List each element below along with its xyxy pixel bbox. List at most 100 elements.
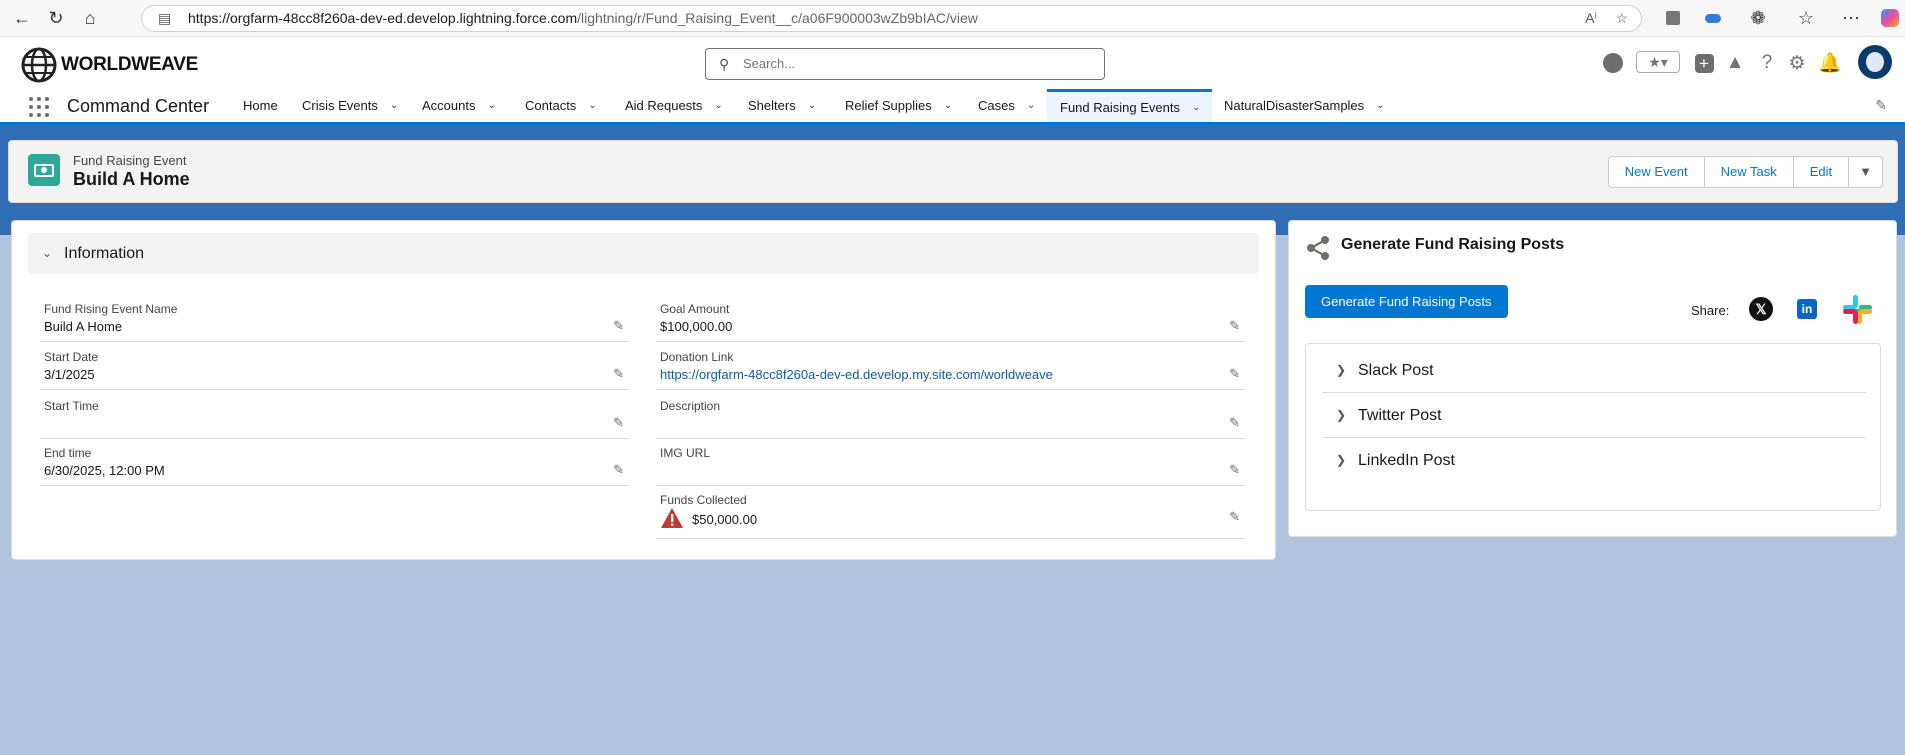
extension-cloud-icon[interactable] [1700, 5, 1726, 31]
new-event-button[interactable]: New Event [1608, 157, 1705, 187]
money-icon [28, 154, 60, 186]
record-header: Fund Raising Event Build A Home New Even… [8, 140, 1898, 203]
edit-pencil-icon[interactable]: ✎ [613, 462, 624, 478]
site-info-icon[interactable]: ▤ [158, 6, 171, 31]
brand-logo[interactable]: WORLDWEAVE [20, 46, 198, 84]
x-icon[interactable]: 𝕏 [1749, 297, 1773, 321]
record-details-card: ⌄ Information Fund Rising Event Name Bui… [11, 220, 1276, 560]
tab-label: Fund Raising Events [1060, 99, 1180, 115]
information-section-header[interactable]: ⌄ Information [28, 233, 1259, 274]
chevron-down-icon[interactable]: ⌄ [588, 100, 596, 111]
settings-gear-icon[interactable]: ⚙ [1785, 51, 1809, 75]
donation-link[interactable]: https://orgfarm-48cc8f260a-dev-ed.develo… [660, 367, 1053, 382]
field-img-url: IMG URL ✎ [656, 440, 1246, 486]
section-title: Information [64, 245, 145, 262]
edit-pencil-icon[interactable]: ✎ [1229, 318, 1240, 334]
share-label: Share: [1691, 303, 1730, 318]
back-icon[interactable]: ← [9, 5, 35, 31]
field-goal-amount: Goal Amount $100,000.00 ✎ [656, 296, 1246, 342]
tab-natural-disaster-samples[interactable]: NaturalDisasterSamples ⌄ [1224, 89, 1385, 122]
tab-label: Cases [978, 98, 1015, 113]
edit-pencil-icon[interactable]: ✎ [613, 366, 624, 382]
edit-pencil-icon[interactable]: ✎ [613, 415, 624, 431]
edit-pencil-icon[interactable]: ✎ [1229, 509, 1240, 525]
tab-fund-raising-events[interactable]: Fund Raising Events ⌄ [1047, 89, 1213, 122]
favorites-star-icon[interactable]: ★▾ [1636, 51, 1680, 73]
tab-label: Accounts [422, 98, 476, 113]
extensions-puzzle-icon[interactable]: ❁ [1745, 5, 1771, 31]
copilot-icon[interactable] [1877, 5, 1903, 31]
notifications-bell-icon[interactable]: 🔔 [1818, 51, 1842, 75]
browser-toolbar: ← ↻ ⌂ ▤ https://orgfarm-48cc8f260a-dev-e… [0, 0, 1905, 37]
trailhead-icon[interactable]: ▲ [1723, 51, 1747, 75]
edit-nav-pencil-icon[interactable]: ✎ [1875, 97, 1887, 114]
tab-label: NaturalDisasterSamples [1224, 98, 1365, 113]
tab-shelters[interactable]: Shelters ⌄ [748, 89, 816, 122]
chevron-right-icon: ❯ [1336, 453, 1347, 467]
chevron-down-icon[interactable]: ⌄ [487, 100, 495, 111]
warning-icon [661, 508, 683, 528]
chevron-down-icon[interactable]: ⌄ [390, 100, 398, 111]
new-task-button[interactable]: New Task [1704, 157, 1794, 187]
home-icon[interactable]: ⌂ [77, 5, 103, 31]
record-title: Build A Home [73, 169, 190, 189]
edit-pencil-icon[interactable]: ✎ [613, 318, 624, 334]
field-label: Start Time [44, 399, 99, 413]
accordion-label: LinkedIn Post [1358, 452, 1455, 469]
accordion-twitter-post[interactable]: ❯ Twitter Post [1322, 393, 1866, 438]
field-label: End time [44, 446, 92, 460]
chevron-down-icon[interactable]: ⌄ [1027, 100, 1035, 111]
read-aloud-icon[interactable]: Aⁱ [1585, 6, 1597, 31]
global-actions-add-icon[interactable]: + [1692, 51, 1716, 75]
chevron-down-icon[interactable]: ⌄ [808, 100, 816, 111]
einstein-icon[interactable] [1601, 51, 1625, 75]
linkedin-icon[interactable]: in [1797, 299, 1817, 319]
field-start-date: Start Date 3/1/2025 ✎ [40, 344, 630, 390]
field-label: Fund Rising Event Name [44, 302, 178, 316]
tab-cases[interactable]: Cases ⌄ [978, 89, 1035, 122]
generate-posts-card: Generate Fund Raising Posts Generate Fun… [1288, 220, 1897, 537]
tab-label: Crisis Events [302, 98, 378, 113]
generate-posts-button[interactable]: Generate Fund Raising Posts [1305, 285, 1508, 318]
slack-icon[interactable] [1841, 293, 1874, 326]
share-icon [1307, 236, 1329, 260]
search-icon: ⚲ [719, 56, 730, 72]
app-launcher-icon[interactable] [29, 97, 49, 117]
chevron-down-icon[interactable]: ⌄ [1376, 100, 1384, 111]
address-bar[interactable]: ▤ https://orgfarm-48cc8f260a-dev-ed.deve… [141, 5, 1642, 32]
favorites-icon[interactable]: ☆ [1793, 5, 1819, 31]
tab-label: Shelters [748, 98, 796, 113]
chevron-down-icon[interactable]: ⌄ [714, 100, 722, 111]
edit-pencil-icon[interactable]: ✎ [1229, 366, 1240, 382]
tab-label: Relief Supplies [845, 98, 932, 113]
user-avatar[interactable] [1858, 45, 1892, 79]
help-icon[interactable]: ? [1755, 51, 1779, 75]
tab-home[interactable]: Home [243, 89, 278, 122]
accordion-linkedin-post[interactable]: ❯ LinkedIn Post [1322, 438, 1866, 483]
edit-button[interactable]: Edit [1793, 157, 1850, 187]
tab-crisis-events[interactable]: Crisis Events ⌄ [302, 89, 398, 122]
field-funds-collected: Funds Collected $50,000.00 ✎ [656, 487, 1246, 539]
app-navigation-bar: Command Center Home Crisis Events ⌄ Accou… [0, 89, 1905, 125]
chevron-down-icon[interactable]: ⌄ [944, 100, 952, 111]
field-description: Description ✎ [656, 393, 1246, 439]
more-actions-chevron-down-icon[interactable]: ▼ [1849, 157, 1882, 187]
accordion-slack-post[interactable]: ❯ Slack Post [1322, 348, 1866, 393]
tab-aid-requests[interactable]: Aid Requests ⌄ [625, 89, 723, 122]
field-value: $50,000.00 [692, 512, 758, 527]
field-event-name: Fund Rising Event Name Build A Home ✎ [40, 296, 630, 342]
field-label: IMG URL [660, 446, 711, 460]
app-name: Command Center [67, 96, 210, 116]
tab-relief-supplies[interactable]: Relief Supplies ⌄ [845, 89, 952, 122]
field-label: Goal Amount [660, 302, 730, 316]
more-options-icon[interactable]: ⋯ [1838, 5, 1864, 31]
global-search-input[interactable]: ⚲ Search... [705, 48, 1105, 80]
favorite-star-icon[interactable]: ☆ [1615, 6, 1628, 31]
chevron-down-icon[interactable]: ⌄ [1192, 102, 1200, 113]
tab-contacts[interactable]: Contacts ⌄ [525, 89, 597, 122]
edit-pencil-icon[interactable]: ✎ [1229, 462, 1240, 478]
edit-pencil-icon[interactable]: ✎ [1229, 415, 1240, 431]
extension-icon[interactable] [1660, 5, 1686, 31]
tab-accounts[interactable]: Accounts ⌄ [422, 89, 496, 122]
refresh-icon[interactable]: ↻ [43, 5, 69, 31]
